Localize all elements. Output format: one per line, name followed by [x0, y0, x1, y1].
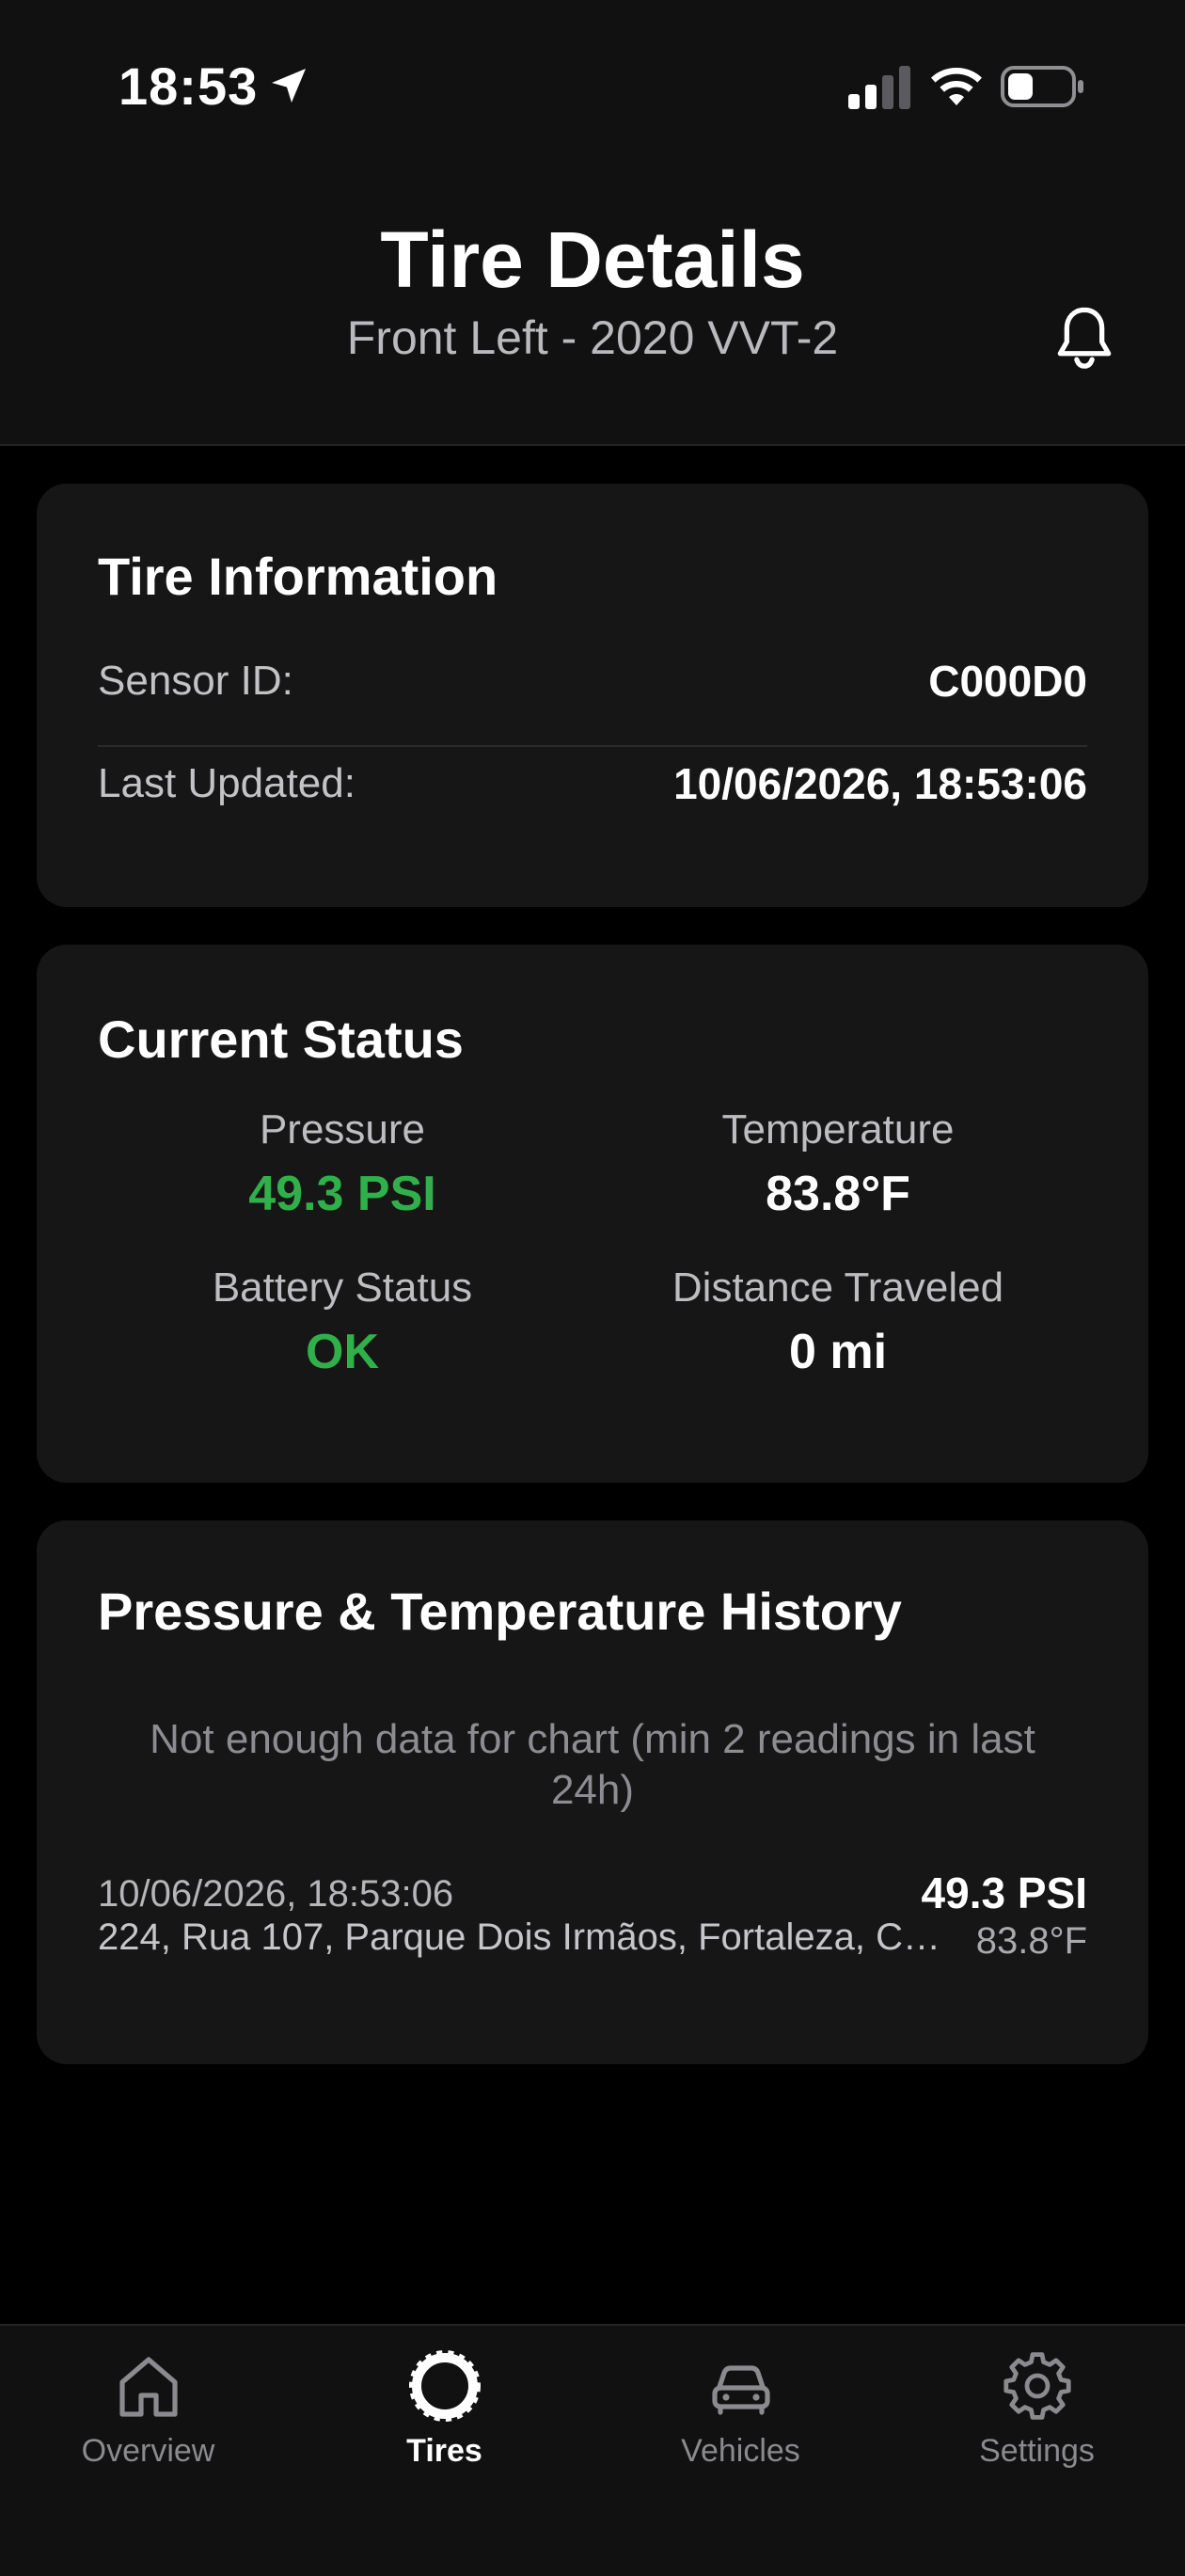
temperature-label: Temperature	[721, 1106, 955, 1153]
chart-empty-message: Not enough data for chart (min 2 reading…	[150, 1716, 1035, 1813]
gear-icon	[1003, 2352, 1071, 2420]
last-updated-label: Last Updated:	[98, 760, 356, 806]
tab-overview[interactable]: Overview	[0, 2348, 296, 2489]
car-icon	[711, 2365, 770, 2415]
sensor-id-label: Sensor ID:	[98, 658, 293, 704]
history-card: Pressure & Temperature History Not enoug…	[37, 1520, 1148, 2064]
tire-icon	[408, 2350, 481, 2422]
notification-bell-icon[interactable]	[1051, 303, 1117, 374]
pressure-label: Pressure	[259, 1106, 426, 1153]
temperature-value: 83.8°F	[766, 1167, 910, 1221]
title-block: Tire Details Front Left - 2020 VVT-2	[0, 213, 1185, 367]
distance-stat: Distance Traveled 0 mi	[593, 1263, 1082, 1381]
page-subtitle: Front Left - 2020 VVT-2	[346, 311, 839, 364]
current-status-card: Current Status Pressure 49.3 PSI Tempera…	[37, 945, 1148, 1483]
history-entry-pressure: 49.3 PSI	[921, 1868, 1087, 1917]
tab-tires[interactable]: Tires	[296, 2348, 592, 2489]
distance-label: Distance Traveled	[672, 1264, 1004, 1311]
distance-value: 0 mi	[788, 1325, 888, 1379]
temperature-stat: Temperature 83.8°F	[593, 1105, 1082, 1223]
tab-overview-label: Overview	[81, 2433, 215, 2469]
battery-stat: Battery Status OK	[98, 1263, 587, 1381]
status-bar: 18:53	[0, 0, 1185, 179]
history-entry-timestamp: 10/06/2026, 18:53:06	[98, 1873, 454, 1915]
tire-information-title: Tire Information	[98, 547, 498, 606]
battery-value: OK	[306, 1325, 379, 1379]
tab-settings[interactable]: Settings	[889, 2348, 1185, 2489]
pressure-value: 49.3 PSI	[248, 1167, 436, 1221]
sensor-id-row: Sensor ID: C000D0	[98, 638, 1087, 723]
cellular-signal-icon	[848, 66, 910, 109]
tab-settings-label: Settings	[979, 2433, 1095, 2469]
location-arrow-icon	[272, 69, 306, 103]
tab-bar: Overview Tires Vehicles Settings	[0, 2324, 1185, 2576]
header: 18:53 Tire Details Front Left - 2020 VVT…	[0, 0, 1185, 446]
wifi-icon	[931, 68, 982, 105]
tab-tires-label: Tires	[406, 2433, 482, 2469]
tab-vehicles-label: Vehicles	[681, 2433, 800, 2469]
battery-label: Battery Status	[212, 1264, 473, 1311]
home-icon	[118, 2357, 178, 2417]
tab-vehicles[interactable]: Vehicles	[592, 2348, 889, 2489]
history-title: Pressure & Temperature History	[98, 1582, 902, 1641]
last-updated-row: Last Updated: 10/06/2026, 18:53:06	[98, 740, 1087, 825]
battery-icon	[1001, 66, 1083, 107]
history-entry-address: 224, Rua 107, Parque Dois Irmãos, Fortal…	[98, 1916, 944, 1958]
last-updated-value: 10/06/2026, 18:53:06	[673, 759, 1087, 808]
sensor-id-value: C000D0	[928, 657, 1087, 706]
current-status-title: Current Status	[98, 1010, 464, 1069]
page-title: Tire Details	[380, 215, 805, 304]
history-entry-temperature: 83.8°F	[975, 1920, 1087, 1962]
status-time: 18:53	[118, 56, 259, 116]
pressure-stat: Pressure 49.3 PSI	[98, 1105, 587, 1223]
tire-information-card: Tire Information Sensor ID: C000D0 Last …	[37, 484, 1148, 907]
